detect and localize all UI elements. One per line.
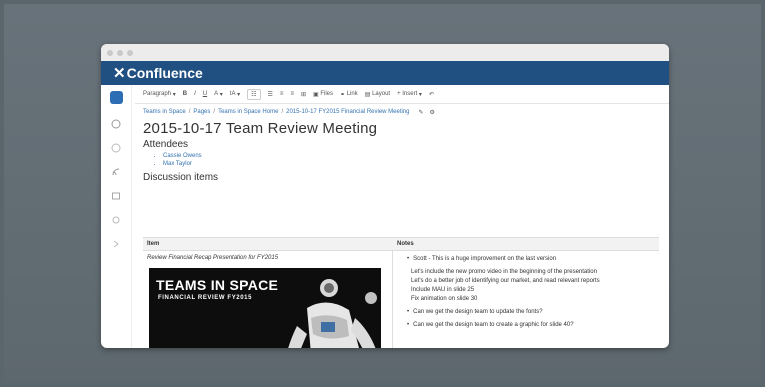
maximize-window-dot[interactable] bbox=[127, 49, 133, 56]
undo-button[interactable]: ↶ bbox=[429, 91, 434, 98]
discussion-table: Item Notes Review Financial Recap Presen… bbox=[143, 237, 659, 348]
note-item: Can we get the design team to create a g… bbox=[407, 321, 653, 329]
note-item: Can we get the design team to update the… bbox=[407, 308, 653, 316]
restrictions-icon[interactable]: ⚙ bbox=[430, 109, 435, 116]
sub-note: Fix animation on slide 30 bbox=[411, 296, 478, 302]
sub-note: Include MAU in slide 25 bbox=[411, 287, 475, 293]
settings-icon[interactable] bbox=[110, 214, 122, 226]
font-size-button[interactable]: tA ▾ bbox=[230, 91, 240, 98]
align-center-button[interactable]: ≡ bbox=[290, 91, 294, 97]
notes-cell[interactable]: Scott - This is a huge improvement on th… bbox=[393, 251, 659, 348]
item-text: Review Financial Recap Presentation for … bbox=[147, 255, 279, 261]
confluence-header: ✕ Confluence bbox=[101, 61, 669, 85]
breadcrumb-item[interactable]: Pages bbox=[193, 109, 210, 115]
notifications-icon[interactable] bbox=[110, 142, 122, 154]
item-cell[interactable]: Review Financial Recap Presentation for … bbox=[143, 251, 393, 348]
table-header: Item Notes bbox=[143, 238, 659, 251]
attendee-mention[interactable]: Max Taylor bbox=[163, 161, 659, 167]
close-window-dot[interactable] bbox=[107, 49, 113, 56]
table-button[interactable]: ⊞ bbox=[301, 91, 306, 98]
breadcrumb-item[interactable]: 2015-10-17 FY2015 Financial Review Meeti… bbox=[286, 109, 409, 115]
attendees-heading: Attendees bbox=[143, 139, 189, 150]
page-title[interactable]: 2015-10-17 Team Review Meeting bbox=[143, 120, 659, 137]
astronaut-illustration bbox=[288, 279, 377, 348]
discussion-heading: Discussion items bbox=[143, 172, 219, 183]
presentation-image[interactable]: TEAMS IN SPACE FINANCIAL REVIEW FY2015 bbox=[149, 268, 381, 348]
link-icon: ⚭ bbox=[340, 91, 346, 98]
underline-button[interactable]: U bbox=[203, 91, 207, 97]
browser-window: ✕ Confluence Paragraph ▾ B I U A ▾ tA ▾ … bbox=[101, 44, 669, 348]
bullet-list-button[interactable]: ☷ bbox=[247, 88, 261, 100]
attendee-mention[interactable]: Cassie Owens bbox=[163, 153, 659, 159]
layout-button[interactable]: ▤ Layout bbox=[365, 91, 390, 98]
note-item: Scott - This is a huge improvement on th… bbox=[407, 255, 653, 263]
header-item: Item bbox=[147, 241, 160, 247]
breadcrumb-separator: / bbox=[188, 109, 191, 115]
breadcrumb-separator: / bbox=[213, 109, 216, 115]
confluence-x-icon: ✕ bbox=[113, 65, 126, 82]
collapse-icon[interactable] bbox=[110, 238, 122, 250]
attendees-list: Cassie Owens Max Taylor bbox=[143, 153, 659, 167]
notes-list: Scott - This is a huge improvement on th… bbox=[399, 255, 653, 263]
feed-icon[interactable] bbox=[110, 166, 122, 178]
breadcrumb-separator: / bbox=[281, 109, 284, 115]
align-left-button[interactable]: ≡ bbox=[280, 91, 284, 97]
notes-list: Can we get the design team to update the… bbox=[399, 308, 653, 329]
sub-note: Let's do a better job of identifying our… bbox=[411, 278, 600, 284]
table-row: Review Financial Recap Presentation for … bbox=[143, 251, 659, 348]
insert-button[interactable]: + Insert ▾ bbox=[397, 91, 422, 98]
sub-notes: Let's include the new promo video in the… bbox=[399, 268, 653, 304]
image-icon: ▣ bbox=[312, 91, 319, 98]
link-button[interactable]: ⚭ Link bbox=[340, 91, 358, 98]
breadcrumb: Teams in Space / Pages / Teams in Space … bbox=[143, 106, 659, 118]
layout-icon: ▤ bbox=[364, 91, 371, 98]
numbered-list-button[interactable]: ☰ bbox=[268, 91, 273, 98]
font-color-button[interactable]: A ▾ bbox=[214, 91, 223, 98]
window-titlebar bbox=[101, 44, 669, 61]
help-icon[interactable] bbox=[110, 118, 122, 130]
space-sidebar bbox=[101, 85, 132, 348]
page-content: Teams in Space / Pages / Teams in Space … bbox=[143, 106, 659, 348]
breadcrumb-item[interactable]: Teams in Space Home bbox=[218, 109, 278, 115]
minimize-window-dot[interactable] bbox=[117, 49, 123, 56]
header-notes: Notes bbox=[397, 241, 414, 247]
bold-button[interactable]: B bbox=[183, 91, 187, 97]
body-area: Paragraph ▾ B I U A ▾ tA ▾ ☷ ☰ ≡ ≡ ⊞ ▣ F… bbox=[101, 85, 669, 348]
editor-toolbar: Paragraph ▾ B I U A ▾ tA ▾ ☷ ☰ ≡ ≡ ⊞ ▣ F… bbox=[135, 85, 669, 104]
space-avatar-icon[interactable] bbox=[109, 91, 123, 104]
calendar-icon[interactable] bbox=[110, 190, 122, 202]
confluence-logo[interactable]: ✕ Confluence bbox=[113, 64, 203, 82]
app-name: Confluence bbox=[126, 65, 203, 81]
image-title: TEAMS IN SPACE bbox=[156, 277, 279, 293]
breadcrumb-item[interactable]: Teams in Space bbox=[143, 109, 186, 115]
edit-pencil-icon[interactable]: ✎ bbox=[419, 109, 424, 116]
image-subtitle: FINANCIAL REVIEW FY2015 bbox=[158, 295, 253, 301]
paragraph-style-dropdown[interactable]: Paragraph ▾ bbox=[143, 91, 176, 98]
sub-note: Let's include the new promo video in the… bbox=[411, 269, 597, 275]
italic-button[interactable]: I bbox=[194, 91, 196, 97]
files-button[interactable]: ▣ Files bbox=[313, 91, 333, 98]
